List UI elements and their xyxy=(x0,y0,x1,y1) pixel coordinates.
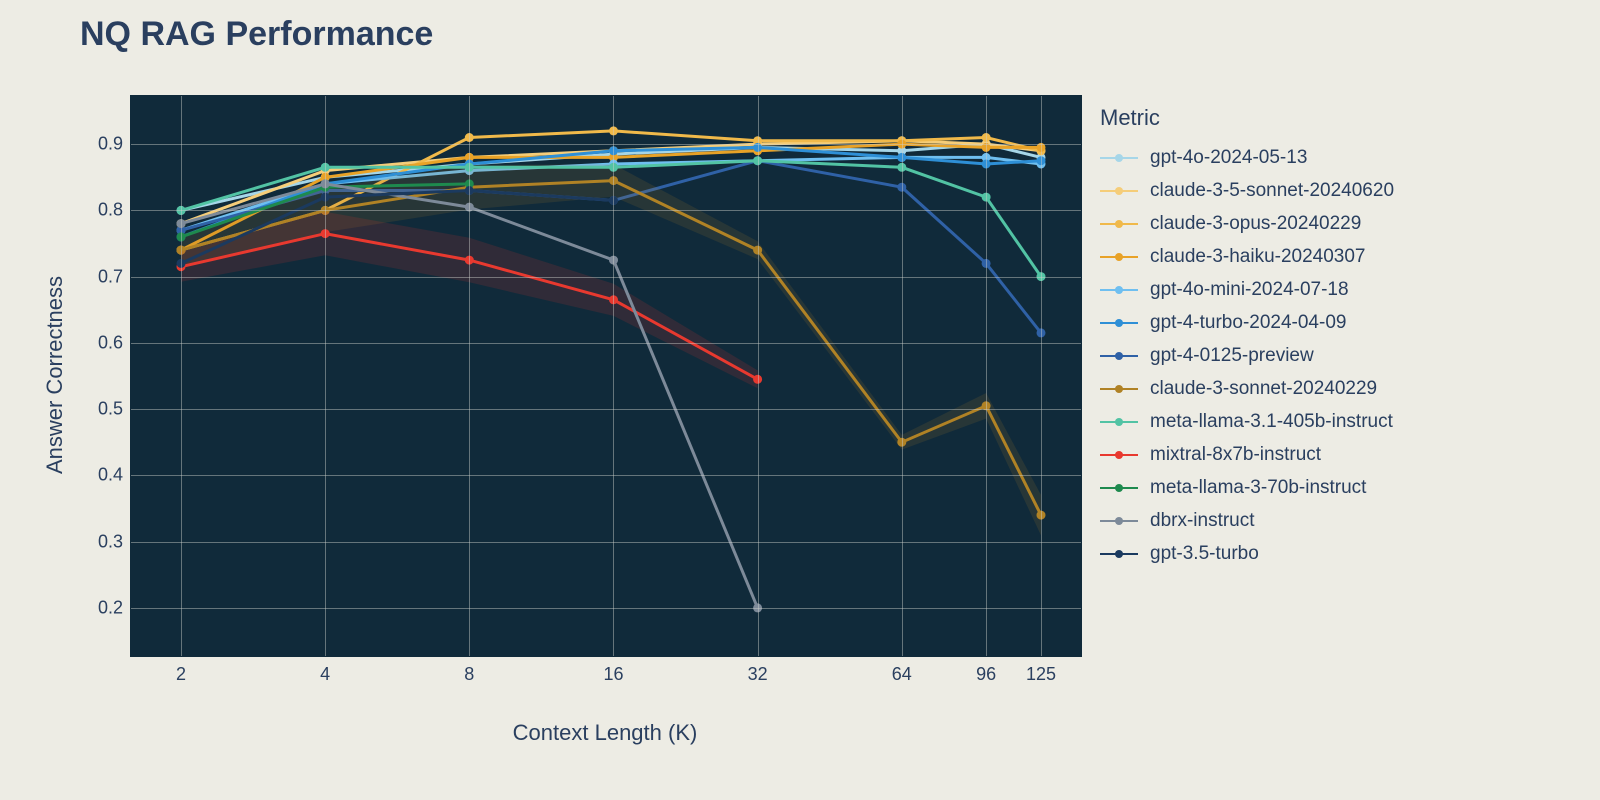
legend-item[interactable]: claude-3-sonnet-20240229 xyxy=(1100,372,1394,405)
legend-label: claude-3-5-sonnet-20240620 xyxy=(1150,180,1394,202)
chart-container: { "chart_data": { "type": "line", "title… xyxy=(0,0,1600,800)
legend-label: mixtral-8x7b-instruct xyxy=(1150,444,1321,466)
gridline-v xyxy=(1041,96,1042,656)
x-tick-label: 125 xyxy=(1026,664,1056,685)
legend-item[interactable]: claude-3-5-sonnet-20240620 xyxy=(1100,174,1394,207)
legend-item[interactable]: claude-3-haiku-20240307 xyxy=(1100,240,1394,273)
legend-item[interactable]: gpt-4-turbo-2024-04-09 xyxy=(1100,306,1394,339)
y-tick-label: 0.3 xyxy=(98,531,123,552)
gridline-v xyxy=(469,96,470,656)
legend-dot-icon xyxy=(1115,220,1123,228)
legend-label: gpt-3.5-turbo xyxy=(1150,543,1259,565)
x-axis-title: Context Length (K) xyxy=(513,720,698,746)
legend-swatch xyxy=(1100,454,1138,456)
legend-label: gpt-4o-mini-2024-07-18 xyxy=(1150,279,1349,301)
legend-dot-icon xyxy=(1115,451,1123,459)
y-tick-label: 0.6 xyxy=(98,332,123,353)
gridline-v xyxy=(613,96,614,656)
gridline-v xyxy=(902,96,903,656)
legend-dot-icon xyxy=(1115,352,1123,360)
legend-label: claude-3-sonnet-20240229 xyxy=(1150,378,1377,400)
legend-label: dbrx-instruct xyxy=(1150,510,1255,532)
legend-dot-icon xyxy=(1115,484,1123,492)
legend-item[interactable]: gpt-4-0125-preview xyxy=(1100,339,1394,372)
y-tick-label: 0.8 xyxy=(98,200,123,221)
x-tick-label: 96 xyxy=(976,664,996,685)
legend-title: Metric xyxy=(1100,105,1394,131)
legend-label: gpt-4-0125-preview xyxy=(1150,345,1314,367)
gridline-h xyxy=(131,608,1081,609)
legend-swatch xyxy=(1100,322,1138,324)
legend-swatch xyxy=(1100,223,1138,225)
legend-item[interactable]: gpt-3.5-turbo xyxy=(1100,537,1394,570)
legend-swatch xyxy=(1100,355,1138,357)
legend-label: meta-llama-3.1-405b-instruct xyxy=(1150,411,1393,433)
legend-swatch xyxy=(1100,421,1138,423)
legend-label: gpt-4-turbo-2024-04-09 xyxy=(1150,312,1346,334)
gridline-h xyxy=(131,277,1081,278)
legend-label: claude-3-opus-20240229 xyxy=(1150,213,1361,235)
legend-item[interactable]: dbrx-instruct xyxy=(1100,504,1394,537)
x-tick-label: 32 xyxy=(748,664,768,685)
legend-item[interactable]: meta-llama-3-70b-instruct xyxy=(1100,471,1394,504)
y-tick-label: 0.9 xyxy=(98,134,123,155)
legend-swatch xyxy=(1100,487,1138,489)
gridline-v xyxy=(325,96,326,656)
legend-item[interactable]: mixtral-8x7b-instruct xyxy=(1100,438,1394,471)
gridline-h xyxy=(131,144,1081,145)
gridline-h xyxy=(131,475,1081,476)
chart-title: NQ RAG Performance xyxy=(80,15,433,54)
legend-dot-icon xyxy=(1115,253,1123,261)
legend-swatch xyxy=(1100,520,1138,522)
gridline-v xyxy=(986,96,987,656)
legend: Metric gpt-4o-2024-05-13 claude-3-5-sonne… xyxy=(1100,105,1394,570)
x-tick-label: 8 xyxy=(464,664,474,685)
legend-dot-icon xyxy=(1115,187,1123,195)
legend-item[interactable]: meta-llama-3.1-405b-instruct xyxy=(1100,405,1394,438)
legend-item[interactable]: gpt-4o-mini-2024-07-18 xyxy=(1100,273,1394,306)
legend-swatch xyxy=(1100,553,1138,555)
y-axis-title: Answer Correctness xyxy=(42,276,68,474)
gridline-h xyxy=(131,409,1081,410)
legend-swatch xyxy=(1100,190,1138,192)
x-tick-label: 64 xyxy=(892,664,912,685)
legend-item[interactable]: gpt-4o-2024-05-13 xyxy=(1100,141,1394,174)
x-tick-label: 4 xyxy=(320,664,330,685)
legend-label: meta-llama-3-70b-instruct xyxy=(1150,477,1366,499)
y-tick-label: 0.2 xyxy=(98,597,123,618)
y-tick-label: 0.5 xyxy=(98,399,123,420)
gridline-h xyxy=(131,343,1081,344)
x-tick-label: 2 xyxy=(176,664,186,685)
legend-dot-icon xyxy=(1115,385,1123,393)
gridline-v xyxy=(181,96,182,656)
legend-dot-icon xyxy=(1115,319,1123,327)
y-tick-label: 0.4 xyxy=(98,465,123,486)
legend-swatch xyxy=(1100,388,1138,390)
legend-dot-icon xyxy=(1115,517,1123,525)
gridline-v xyxy=(758,96,759,656)
gridline-h xyxy=(131,542,1081,543)
gridline-h xyxy=(131,210,1081,211)
legend-dot-icon xyxy=(1115,418,1123,426)
x-tick-label: 16 xyxy=(603,664,623,685)
legend-label: claude-3-haiku-20240307 xyxy=(1150,246,1366,268)
legend-dot-icon xyxy=(1115,550,1123,558)
y-tick-label: 0.7 xyxy=(98,266,123,287)
legend-item[interactable]: claude-3-opus-20240229 xyxy=(1100,207,1394,240)
legend-dot-icon xyxy=(1115,286,1123,294)
legend-dot-icon xyxy=(1115,154,1123,162)
chart-lines xyxy=(131,96,1081,656)
plot-area: 0.20.30.40.50.60.70.80.924816326496125 xyxy=(130,95,1082,657)
legend-label: gpt-4o-2024-05-13 xyxy=(1150,147,1307,169)
legend-swatch xyxy=(1100,289,1138,291)
legend-swatch xyxy=(1100,157,1138,159)
legend-swatch xyxy=(1100,256,1138,258)
